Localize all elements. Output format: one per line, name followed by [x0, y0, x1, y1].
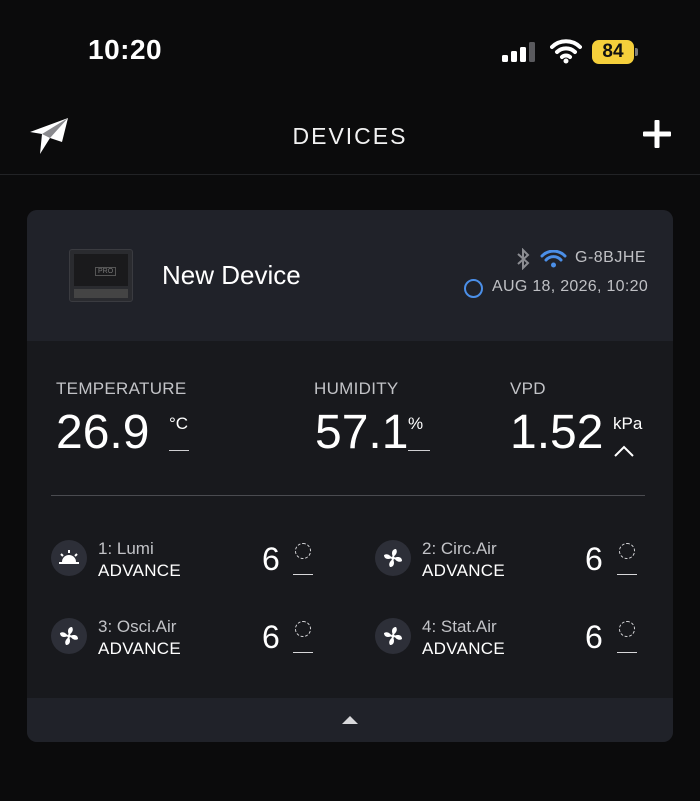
sunrise-icon — [51, 540, 87, 576]
wifi-status-icon — [540, 250, 567, 268]
temperature-label: TEMPERATURE — [56, 379, 187, 398]
collapse-up-icon — [342, 716, 358, 724]
battery-level: 84 — [592, 40, 634, 64]
port-1-mode: ADVANCE — [98, 561, 182, 580]
port-4-level: 6 — [585, 619, 603, 655]
port-2-status-icon — [619, 543, 635, 559]
page-title: DEVICES — [292, 123, 408, 149]
humidity-label: HUMIDITY — [314, 379, 399, 398]
fan-icon — [375, 540, 411, 576]
port-3-name: 3: Osci.Air — [98, 617, 177, 636]
device-card[interactable]: PRO New Device G-8BJHE AUG 18, 2026, 10:… — [27, 210, 673, 742]
nav-divider — [0, 174, 700, 175]
port-2-level: 6 — [585, 541, 603, 577]
clock-icon — [464, 279, 483, 298]
humidity-unit: % — [408, 414, 424, 433]
port-4-mode: ADVANCE — [422, 639, 506, 658]
port-4-dash — [617, 652, 637, 653]
battery-icon: 84 — [592, 40, 638, 64]
port-4-name: 4: Stat.Air — [422, 617, 497, 636]
port-3-status-icon — [295, 621, 311, 637]
vpd-unit: kPa — [613, 414, 643, 433]
device-timestamp: AUG 18, 2026, 10:20 — [492, 278, 649, 295]
humidity-value: 57.1 — [315, 406, 409, 459]
port-1-status-icon — [295, 543, 311, 559]
port-3-level: 6 — [262, 619, 280, 655]
device-name: New Device — [162, 260, 301, 290]
bluetooth-icon — [517, 248, 530, 270]
port-3-dash — [293, 652, 313, 653]
port-2-dash — [617, 574, 637, 575]
signal-icon — [502, 42, 535, 62]
port-2-mode: ADVANCE — [422, 561, 506, 580]
fan-icon — [375, 618, 411, 654]
device-id: G-8BJHE — [575, 249, 647, 266]
port-1-name: 1: Lumi — [98, 539, 154, 558]
collapse-card-button[interactable] — [27, 698, 673, 742]
temperature-trend-dash — [169, 450, 189, 451]
port-1-level: 6 — [262, 541, 280, 577]
port-4-status-icon — [619, 621, 635, 637]
port-3-mode: ADVANCE — [98, 639, 182, 658]
temperature-unit: °C — [169, 414, 189, 433]
device-card-header[interactable]: PRO New Device G-8BJHE AUG 18, 2026, 10:… — [27, 210, 673, 341]
chevron-up-icon — [614, 445, 634, 457]
port-2-name: 2: Circ.Air — [422, 539, 497, 558]
device-thumbnail: PRO — [69, 249, 133, 302]
wifi-icon — [550, 39, 582, 64]
fan-icon — [51, 618, 87, 654]
metrics-divider — [51, 495, 645, 496]
status-time: 10:20 — [88, 34, 163, 65]
port-1-dash — [293, 574, 313, 575]
vpd-value: 1.52 — [510, 406, 604, 459]
humidity-trend-dash — [408, 450, 430, 451]
temperature-value: 26.9 — [56, 406, 150, 459]
vpd-label: VPD — [510, 379, 546, 398]
add-device-button[interactable] — [641, 118, 673, 150]
